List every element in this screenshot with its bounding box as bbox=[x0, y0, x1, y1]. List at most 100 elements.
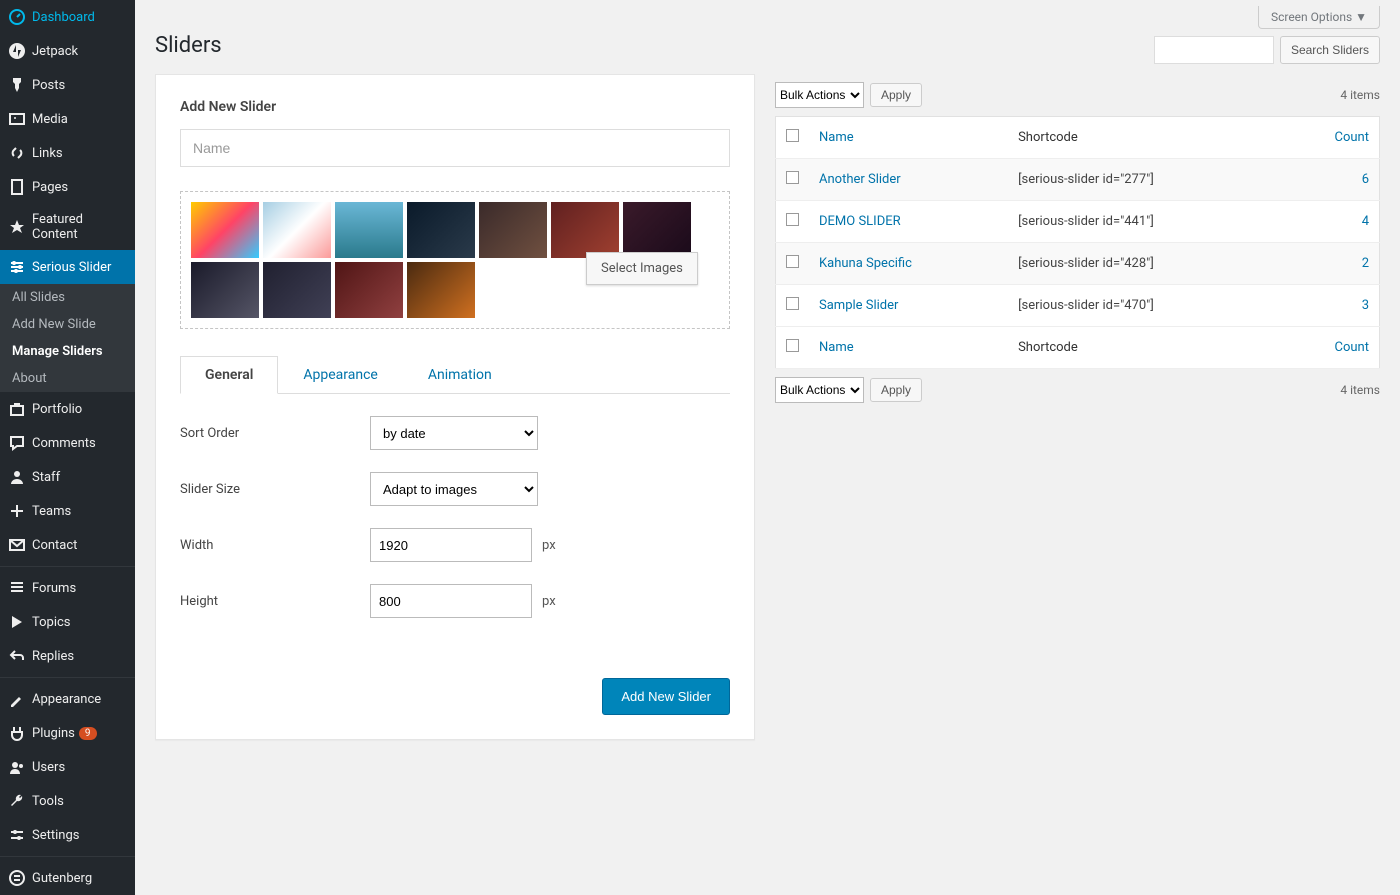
search-input[interactable] bbox=[1154, 36, 1274, 64]
replies-icon bbox=[8, 647, 26, 665]
dashboard-icon bbox=[8, 8, 26, 26]
slider-name-link[interactable]: Another Slider bbox=[819, 172, 901, 187]
media-dropzone[interactable]: Select Images bbox=[180, 191, 730, 329]
bulk-actions-select-bottom[interactable]: Bulk Actions bbox=[775, 377, 864, 403]
star-icon bbox=[8, 218, 26, 236]
sidebar-item-links[interactable]: Links bbox=[0, 136, 135, 170]
submenu-item-manage-sliders[interactable]: Manage Sliders bbox=[0, 338, 135, 365]
slider-name-input[interactable] bbox=[180, 129, 730, 167]
count-link[interactable]: 4 bbox=[1362, 214, 1369, 229]
count-link[interactable]: 6 bbox=[1362, 172, 1369, 187]
slider-name-link[interactable]: DEMO SLIDER bbox=[819, 214, 901, 229]
slide-thumbnail[interactable] bbox=[407, 202, 475, 258]
sidebar-item-plugins[interactable]: Plugins9 bbox=[0, 716, 135, 750]
col-count[interactable]: Count bbox=[1283, 117, 1380, 159]
height-unit: px bbox=[542, 594, 556, 609]
slide-thumbnail[interactable] bbox=[479, 202, 547, 258]
sidebar-item-label: Settings bbox=[32, 828, 79, 843]
sidebar-item-portfolio[interactable]: Portfolio bbox=[0, 392, 135, 426]
slider-size-select[interactable]: Adapt to images bbox=[370, 472, 538, 506]
slider-name-link[interactable]: Kahuna Specific bbox=[819, 256, 912, 271]
sidebar-item-topics[interactable]: Topics bbox=[0, 605, 135, 639]
sidebar-item-contact[interactable]: Contact bbox=[0, 528, 135, 562]
height-input[interactable] bbox=[370, 584, 532, 618]
sidebar-item-label: Pages bbox=[32, 180, 68, 195]
sidebar-item-label: Portfolio bbox=[32, 402, 82, 417]
tab-general[interactable]: General bbox=[180, 356, 278, 394]
tab-animation[interactable]: Animation bbox=[403, 356, 517, 394]
shortcode-cell: [serious-slider id="428"] bbox=[1008, 243, 1283, 285]
width-input[interactable] bbox=[370, 528, 532, 562]
sidebar-item-media[interactable]: Media bbox=[0, 102, 135, 136]
sidebar-item-label: Serious Slider bbox=[32, 260, 111, 275]
apply-button-bottom[interactable]: Apply bbox=[870, 378, 922, 402]
col-name[interactable]: Name bbox=[809, 117, 1008, 159]
settings-icon bbox=[8, 826, 26, 844]
slide-thumbnail[interactable] bbox=[623, 202, 691, 258]
main-content: Screen Options ▼ Sliders Search Sliders … bbox=[135, 0, 1400, 895]
slide-thumbnail[interactable] bbox=[263, 202, 331, 258]
sidebar-item-settings[interactable]: Settings bbox=[0, 818, 135, 852]
table-row: DEMO SLIDER[serious-slider id="441"]4 bbox=[776, 201, 1380, 243]
row-checkbox[interactable] bbox=[786, 213, 799, 226]
search-sliders-button[interactable]: Search Sliders bbox=[1280, 36, 1380, 64]
sidebar-item-label: Staff bbox=[32, 470, 60, 485]
tab-appearance[interactable]: Appearance bbox=[278, 356, 402, 394]
admin-sidebar: DashboardJetpackPostsMediaLinks Pages Feat… bbox=[0, 0, 135, 895]
submenu-item-about[interactable]: About bbox=[0, 365, 135, 392]
select-all-checkbox-bottom[interactable] bbox=[786, 339, 799, 352]
row-checkbox[interactable] bbox=[786, 297, 799, 310]
sidebar-item-forums[interactable]: Forums bbox=[0, 571, 135, 605]
add-new-slider-button[interactable]: Add New Slider bbox=[602, 678, 730, 715]
slider-name-link[interactable]: Sample Slider bbox=[819, 298, 898, 313]
screen-options-toggle[interactable]: Screen Options ▼ bbox=[1258, 6, 1380, 29]
submenu-item-add-new-slide[interactable]: Add New Slide bbox=[0, 311, 135, 338]
row-checkbox[interactable] bbox=[786, 171, 799, 184]
slide-thumbnail[interactable] bbox=[335, 262, 403, 318]
slider-icon bbox=[8, 258, 26, 276]
plus-icon bbox=[8, 502, 26, 520]
sidebar-item-serious-slider[interactable]: Serious Slider bbox=[0, 250, 135, 284]
sidebar-item-users[interactable]: Users bbox=[0, 750, 135, 784]
sidebar-item-appearance[interactable]: Appearance bbox=[0, 682, 135, 716]
sidebar-item-label: Featured Content bbox=[32, 212, 127, 242]
apply-button-top[interactable]: Apply bbox=[870, 83, 922, 107]
sidebar-item-label: Appearance bbox=[32, 692, 101, 707]
update-badge: 9 bbox=[79, 727, 97, 740]
pin-icon bbox=[8, 76, 26, 94]
users-icon bbox=[8, 758, 26, 776]
slide-thumbnail[interactable] bbox=[263, 262, 331, 318]
slide-thumbnail[interactable] bbox=[191, 262, 259, 318]
count-link[interactable]: 3 bbox=[1362, 298, 1369, 313]
slide-thumbnail[interactable] bbox=[335, 202, 403, 258]
sidebar-item-posts[interactable]: Posts bbox=[0, 68, 135, 102]
sidebar-item-pages[interactable]: Pages bbox=[0, 170, 135, 204]
select-images-button[interactable]: Select Images bbox=[586, 252, 698, 285]
sidebar-item-label: Topics bbox=[32, 615, 71, 630]
col-count-foot[interactable]: Count bbox=[1283, 327, 1380, 369]
sidebar-item-replies[interactable]: Replies bbox=[0, 639, 135, 673]
sidebar-item-teams[interactable]: Teams bbox=[0, 494, 135, 528]
add-slider-panel: Add New Slider bbox=[155, 74, 755, 740]
submenu-item-all-slides[interactable]: All Slides bbox=[0, 284, 135, 311]
sidebar-item-dashboard[interactable]: Dashboard bbox=[0, 0, 135, 34]
slide-thumbnail[interactable] bbox=[551, 202, 619, 258]
sidebar-item-staff[interactable]: Staff bbox=[0, 460, 135, 494]
sort-order-select[interactable]: by date bbox=[370, 416, 538, 450]
row-checkbox[interactable] bbox=[786, 255, 799, 268]
sidebar-item-gutenberg[interactable]: Gutenberg bbox=[0, 861, 135, 895]
mail-icon bbox=[8, 536, 26, 554]
sidebar-item-tools[interactable]: Tools bbox=[0, 784, 135, 818]
col-name-foot[interactable]: Name bbox=[809, 327, 1008, 369]
sidebar-item-label: Teams bbox=[32, 504, 71, 519]
slide-thumbnail[interactable] bbox=[407, 262, 475, 318]
sidebar-item-jetpack[interactable]: Jetpack bbox=[0, 34, 135, 68]
sidebar-item-comments[interactable]: Comments bbox=[0, 426, 135, 460]
width-label: Width bbox=[180, 538, 370, 553]
select-all-checkbox[interactable] bbox=[786, 129, 799, 142]
slide-thumbnail[interactable] bbox=[191, 202, 259, 258]
bulk-actions-select-top[interactable]: Bulk Actions bbox=[775, 82, 864, 108]
count-link[interactable]: 2 bbox=[1362, 256, 1369, 271]
shortcode-cell: [serious-slider id="470"] bbox=[1008, 285, 1283, 327]
sidebar-item-featured-content[interactable]: Featured Content bbox=[0, 204, 135, 250]
